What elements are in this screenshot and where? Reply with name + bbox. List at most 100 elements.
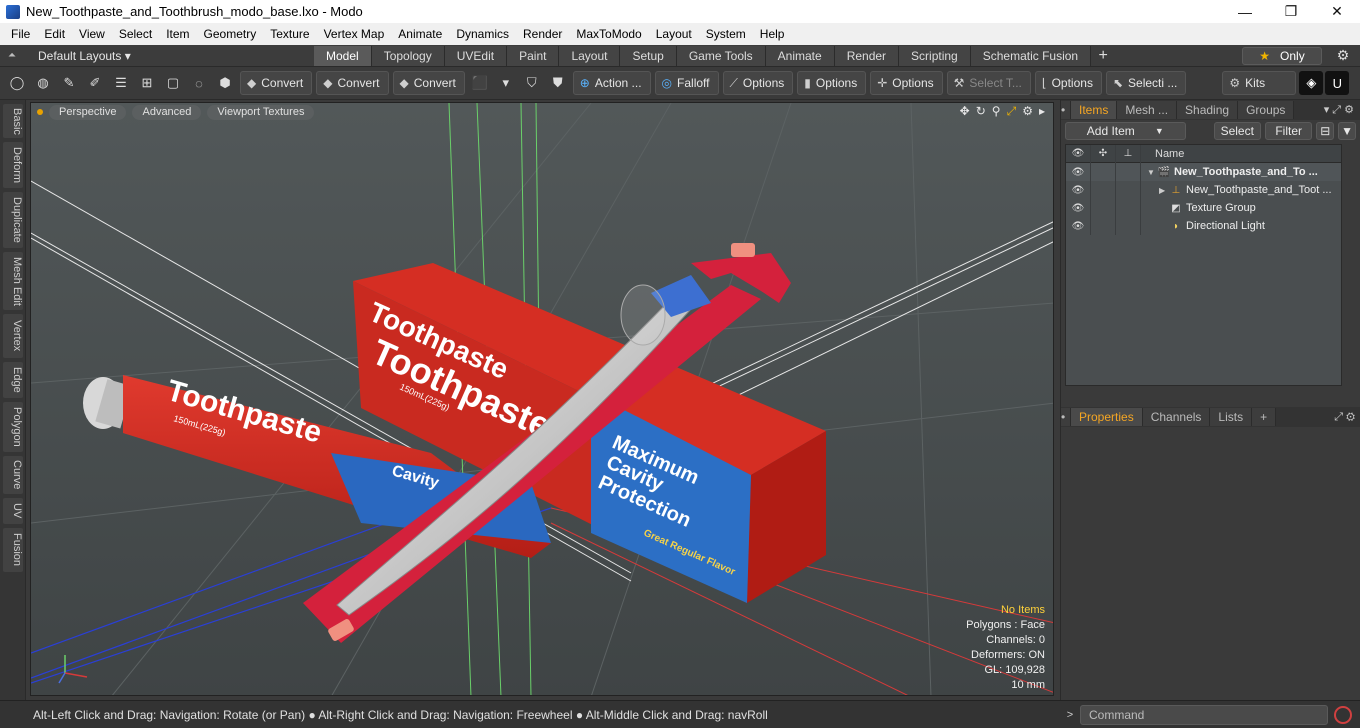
menu-file[interactable]: File (4, 23, 37, 45)
tab-layout[interactable]: Layout (559, 45, 621, 66)
command-input[interactable]: Command (1080, 704, 1328, 725)
ring-icon[interactable]: ◌ (187, 71, 211, 95)
vtab-deform[interactable]: Deform (3, 142, 23, 188)
layouts-dropdown[interactable]: Default Layouts ▾ (24, 49, 314, 63)
tab-groups[interactable]: Groups (1238, 101, 1295, 119)
viewport-gear-icon[interactable]: ⚙ (1022, 104, 1033, 119)
menu-render[interactable]: Render (516, 23, 569, 45)
unity-icon[interactable]: ◈ (1299, 71, 1324, 95)
filter-button[interactable]: Filter (1264, 122, 1313, 140)
expand-up-icon[interactable]: ⏶ (0, 50, 24, 61)
options-button-2[interactable]: ▮ Options (797, 71, 867, 95)
select-t-button[interactable]: ⚒ Select T... (946, 71, 1031, 95)
square-icon[interactable]: ▢ (161, 71, 185, 95)
falloff-button[interactable]: ◎ Falloff (654, 71, 719, 95)
viewport-advanced-tab[interactable]: Advanced (132, 104, 202, 120)
vtab-basic[interactable]: Basic (3, 104, 23, 138)
shield-alt-icon[interactable]: ⛊ (546, 71, 570, 95)
menu-texture[interactable]: Texture (263, 23, 316, 45)
tab-topology[interactable]: Topology (371, 45, 445, 66)
expand-right-icon[interactable]: ▶ (1159, 186, 1169, 195)
outliner-row[interactable]: 👁 ◩ Texture Group (1066, 199, 1341, 217)
viewport-more-icon[interactable]: ▸ (1039, 104, 1045, 119)
options-button-4[interactable]: ⌊ Options (1034, 71, 1102, 95)
options-button-3[interactable]: ✛ Options (870, 71, 943, 95)
expand-down-icon[interactable]: ▼ (1147, 168, 1157, 177)
gear-icon[interactable]: ⚙ (1332, 47, 1354, 65)
eye-icon[interactable]: 👁 (1066, 217, 1091, 235)
menu-animate[interactable]: Animate (391, 23, 449, 45)
kits-button[interactable]: ⚙ Kits (1222, 71, 1297, 95)
tab-mesh[interactable]: Mesh ... (1117, 101, 1178, 119)
eye-icon[interactable]: 👁 (1066, 181, 1091, 199)
circle-select-icon[interactable]: ◯ (5, 71, 29, 95)
tab-schematic-fusion[interactable]: Schematic Fusion (970, 45, 1092, 66)
cube-icon[interactable]: ⬢ (213, 71, 237, 95)
add-panel-tab-button[interactable]: + (1252, 408, 1277, 426)
vtab-duplicate[interactable]: Duplicate (3, 192, 23, 248)
maximize-button[interactable]: ❐ (1268, 0, 1314, 23)
vtab-mesh-edit[interactable]: Mesh Edit (3, 252, 23, 310)
stack-icon[interactable]: ☰ (109, 71, 133, 95)
viewport-textures-tab[interactable]: Viewport Textures (207, 104, 315, 120)
selection-button[interactable]: ⬉ Selecti ... (1105, 71, 1187, 95)
viewport-menu-dot-icon[interactable] (37, 109, 43, 115)
panel-controls-icon[interactable]: ⤢ ⚙ (1334, 411, 1360, 424)
tab-properties[interactable]: Properties (1071, 408, 1143, 426)
zoom-icon[interactable]: ⚲ (992, 104, 1001, 119)
tab-shading[interactable]: Shading (1177, 101, 1239, 119)
options-button-1[interactable]: ⟋ Options (722, 71, 794, 95)
convert-button-3[interactable]: ◆ Convert (392, 71, 465, 95)
viewport-3d[interactable]: Perspective Advanced Viewport Textures ✥… (30, 102, 1054, 696)
box-icon[interactable]: ⬛ (468, 71, 492, 95)
add-item-button[interactable]: Add Item ▼ (1065, 122, 1186, 140)
vtab-vertex[interactable]: Vertex (3, 314, 23, 358)
menu-system[interactable]: System (699, 23, 753, 45)
tab-items[interactable]: Items (1071, 101, 1118, 119)
menu-vertex-map[interactable]: Vertex Map (317, 23, 392, 45)
menu-help[interactable]: Help (753, 23, 792, 45)
tab-model[interactable]: Model (314, 45, 372, 66)
convert-button-1[interactable]: ◆ Convert (240, 71, 313, 95)
action-button[interactable]: ⊕ Action ... (572, 71, 651, 95)
menu-select[interactable]: Select (112, 23, 159, 45)
outliner-row[interactable]: 👁 ▼ 🎬 New_Toothpaste_and_To ... (1066, 163, 1341, 181)
rotate-icon[interactable]: ↻ (976, 104, 986, 119)
menu-maxtomodo[interactable]: MaxToModo (569, 23, 648, 45)
tab-uvedit[interactable]: UVEdit (444, 45, 508, 66)
unreal-icon[interactable]: U (1325, 71, 1350, 95)
eye-icon[interactable]: 👁 (1066, 199, 1091, 217)
command-arrow-icon[interactable]: > (1060, 709, 1080, 721)
tab-animate[interactable]: Animate (765, 45, 835, 66)
tab-paint[interactable]: Paint (507, 45, 560, 66)
tab-setup[interactable]: Setup (620, 45, 677, 66)
select-button[interactable]: Select (1213, 122, 1261, 140)
vtab-fusion[interactable]: Fusion (3, 528, 23, 572)
pan-icon[interactable]: ✥ (960, 104, 970, 119)
viewport-perspective-tab[interactable]: Perspective (49, 104, 127, 120)
only-toggle[interactable]: ★ Only (1242, 47, 1322, 65)
vtab-curve[interactable]: Curve (3, 456, 23, 494)
vtab-polygon[interactable]: Polygon (3, 402, 23, 452)
collapse-icon[interactable]: ⊟ (1316, 122, 1335, 140)
funnel-icon[interactable]: ▼ (1338, 122, 1356, 140)
brush-icon[interactable]: ✐ (83, 71, 107, 95)
tab-channels[interactable]: Channels (1142, 408, 1211, 426)
globe-icon[interactable]: ◍ (31, 71, 55, 95)
menu-item[interactable]: Item (159, 23, 196, 45)
menu-view[interactable]: View (72, 23, 112, 45)
tab-scripting[interactable]: Scripting (899, 45, 971, 66)
menu-geometry[interactable]: Geometry (197, 23, 264, 45)
vtab-edge[interactable]: Edge (3, 362, 23, 398)
menu-dynamics[interactable]: Dynamics (449, 23, 516, 45)
close-button[interactable]: ✕ (1314, 0, 1360, 23)
menu-edit[interactable]: Edit (37, 23, 72, 45)
outliner-row[interactable]: 👁 ◗ Directional Light (1066, 217, 1341, 235)
tab-render[interactable]: Render (834, 45, 900, 66)
eye-icon[interactable]: 👁 (1066, 163, 1091, 181)
vtab-uv[interactable]: UV (3, 498, 23, 524)
panel-controls-icon[interactable]: ▾ ⤢ ⚙ (1324, 103, 1360, 117)
convert-button-2[interactable]: ◆ Convert (316, 71, 389, 95)
tab-lists[interactable]: Lists (1210, 408, 1253, 426)
pen-icon[interactable]: ✎ (57, 71, 81, 95)
